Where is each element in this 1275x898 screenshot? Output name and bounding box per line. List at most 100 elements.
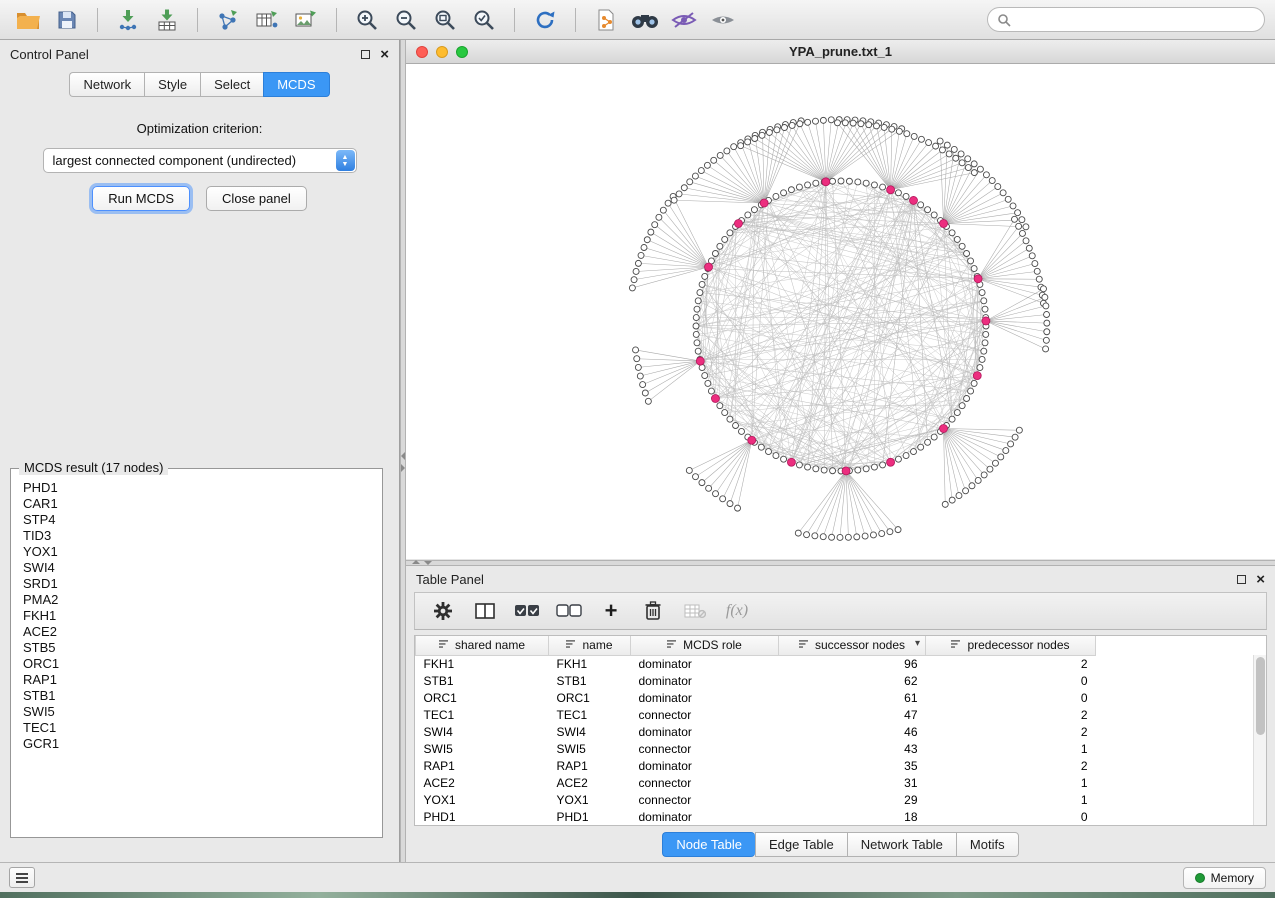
table-cell[interactable]: 96: [779, 655, 926, 672]
table-cell[interactable]: PHD1: [416, 808, 549, 825]
mcds-result-item[interactable]: FKH1: [23, 608, 381, 624]
table-cell[interactable]: PHD1: [549, 808, 631, 825]
open-folder-button[interactable]: [10, 5, 46, 35]
table-cell[interactable]: 2: [926, 723, 1096, 740]
mcds-result-item[interactable]: TID3: [23, 528, 381, 544]
close-panel-icon[interactable]: ×: [1256, 572, 1265, 587]
table-cell[interactable]: dominator: [631, 757, 779, 774]
table-row[interactable]: SWI4SWI4dominator462: [416, 723, 1254, 740]
table-row[interactable]: RAP1RAP1dominator352: [416, 757, 1254, 774]
tab-mcds[interactable]: MCDS: [263, 72, 329, 97]
mcds-result-item[interactable]: ORC1: [23, 656, 381, 672]
zoom-selected-button[interactable]: [466, 5, 502, 35]
table-cell[interactable]: 29: [779, 791, 926, 808]
delete-column-button[interactable]: [637, 596, 669, 626]
mcds-result-item[interactable]: CAR1: [23, 496, 381, 512]
table-header-row[interactable]: shared namenameMCDS rolesuccessor nodes▾…: [416, 636, 1254, 655]
float-panel-icon[interactable]: [1237, 575, 1246, 584]
column-header-successor-nodes[interactable]: successor nodes▾: [779, 636, 926, 655]
table-cell[interactable]: 2: [926, 655, 1096, 672]
mcds-result-item[interactable]: STB1: [23, 688, 381, 704]
table-cell[interactable]: YOX1: [549, 791, 631, 808]
column-header-MCDS-role[interactable]: MCDS role: [631, 636, 779, 655]
status-menu-button[interactable]: [9, 867, 35, 888]
table-cell[interactable]: dominator: [631, 723, 779, 740]
table-cell[interactable]: 2: [926, 757, 1096, 774]
tab-network[interactable]: Network: [69, 72, 144, 97]
float-panel-icon[interactable]: [361, 50, 370, 59]
column-header-shared-name[interactable]: shared name: [416, 636, 549, 655]
mcds-result-item[interactable]: RAP1: [23, 672, 381, 688]
table-cell[interactable]: dominator: [631, 655, 779, 672]
export-document-button[interactable]: [588, 5, 624, 35]
table-cell[interactable]: ORC1: [549, 689, 631, 706]
node-table[interactable]: shared namenameMCDS rolesuccessor nodes▾…: [415, 636, 1253, 825]
close-panel-button[interactable]: Close panel: [206, 186, 307, 211]
new-network-button[interactable]: [210, 5, 246, 35]
criterion-dropdown[interactable]: largest connected component (undirected)…: [43, 148, 357, 173]
tab-motifs[interactable]: Motifs: [956, 832, 1019, 857]
mcds-result-item[interactable]: TEC1: [23, 720, 381, 736]
select-all-button[interactable]: [511, 596, 543, 626]
table-cell[interactable]: 35: [779, 757, 926, 774]
table-cell[interactable]: dominator: [631, 808, 779, 825]
table-cell[interactable]: ORC1: [416, 689, 549, 706]
window-minimize-icon[interactable]: [436, 46, 448, 58]
column-header-predecessor-nodes[interactable]: predecessor nodes: [926, 636, 1096, 655]
table-cell[interactable]: FKH1: [416, 655, 549, 672]
collapse-left-icon[interactable]: [401, 452, 405, 460]
hide-details-button[interactable]: [666, 5, 702, 35]
table-cell[interactable]: STB1: [416, 672, 549, 689]
table-settings-button[interactable]: [427, 596, 459, 626]
table-scrollbar[interactable]: [1253, 655, 1266, 825]
table-cell[interactable]: 46: [779, 723, 926, 740]
table-cell[interactable]: 1: [926, 740, 1096, 757]
save-button[interactable]: [49, 5, 85, 35]
mcds-result-item[interactable]: ACE2: [23, 624, 381, 640]
table-cell[interactable]: YOX1: [416, 791, 549, 808]
zoom-in-button[interactable]: [349, 5, 385, 35]
table-row[interactable]: FKH1FKH1dominator962: [416, 655, 1254, 672]
window-maximize-icon[interactable]: [456, 46, 468, 58]
table-cell[interactable]: connector: [631, 774, 779, 791]
close-panel-icon[interactable]: ×: [380, 47, 389, 62]
table-cell[interactable]: 2: [926, 706, 1096, 723]
tab-select[interactable]: Select: [200, 72, 263, 97]
tab-node-table[interactable]: Node Table: [662, 832, 755, 857]
expand-right-icon[interactable]: [401, 464, 405, 472]
table-cell[interactable]: SWI4: [549, 723, 631, 740]
table-cell[interactable]: connector: [631, 791, 779, 808]
import-network-button[interactable]: [110, 5, 146, 35]
table-cell[interactable]: FKH1: [549, 655, 631, 672]
collapse-up-icon[interactable]: [412, 560, 420, 564]
column-header-name[interactable]: name: [549, 636, 631, 655]
table-row[interactable]: PHD1PHD1dominator180: [416, 808, 1254, 825]
search-input[interactable]: [1017, 13, 1255, 27]
table-row[interactable]: ACE2ACE2connector311: [416, 774, 1254, 791]
network-graph[interactable]: [406, 64, 1275, 559]
table-cell[interactable]: 0: [926, 672, 1096, 689]
table-row[interactable]: STB1STB1dominator620: [416, 672, 1254, 689]
mcds-result-item[interactable]: SRD1: [23, 576, 381, 592]
table-cell[interactable]: 0: [926, 808, 1096, 825]
tab-edge-table[interactable]: Edge Table: [755, 832, 847, 857]
expand-down-icon[interactable]: [424, 561, 432, 565]
table-cell[interactable]: dominator: [631, 672, 779, 689]
network-window-titlebar[interactable]: YPA_prune.txt_1: [406, 40, 1275, 64]
show-details-button[interactable]: [705, 5, 741, 35]
add-column-button[interactable]: +: [595, 596, 627, 626]
refresh-button[interactable]: [527, 5, 563, 35]
table-cell[interactable]: RAP1: [416, 757, 549, 774]
run-mcds-button[interactable]: Run MCDS: [92, 186, 190, 211]
mcds-result-item[interactable]: STB5: [23, 640, 381, 656]
table-row[interactable]: YOX1YOX1connector291: [416, 791, 1254, 808]
table-cell[interactable]: connector: [631, 740, 779, 757]
table-cell[interactable]: 1: [926, 774, 1096, 791]
zoom-out-button[interactable]: [388, 5, 424, 35]
deselect-all-button[interactable]: [553, 596, 585, 626]
table-cell[interactable]: RAP1: [549, 757, 631, 774]
table-row[interactable]: TEC1TEC1connector472: [416, 706, 1254, 723]
scrollbar-thumb[interactable]: [1256, 657, 1265, 735]
import-table-button[interactable]: [149, 5, 185, 35]
table-cell[interactable]: TEC1: [416, 706, 549, 723]
